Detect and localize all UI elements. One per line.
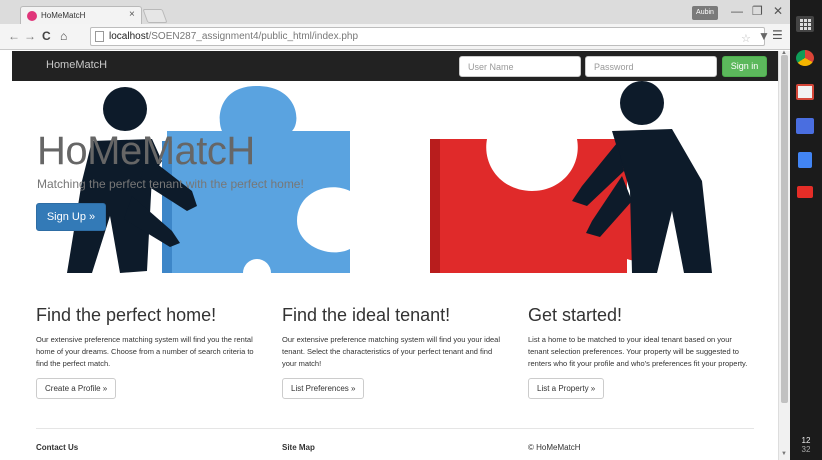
restore-icon[interactable]: ❐	[752, 4, 763, 18]
tab-strip: HoMeMatcH × Aubin — ❐ ✕	[0, 0, 790, 25]
clock-hour: 12	[801, 436, 811, 445]
google-plus-icon[interactable]	[796, 118, 814, 134]
scrollbar-thumb[interactable]	[781, 55, 788, 403]
tab-title: HoMeMatcH	[41, 11, 86, 20]
new-tab-button[interactable]	[142, 9, 168, 23]
list-preferences-button[interactable]: List Preferences »	[282, 378, 365, 399]
minimize-icon[interactable]: —	[731, 4, 743, 18]
browser-toolbar: ← → C ⌂ localhost/SOEN287_assignment4/pu…	[0, 24, 790, 50]
address-bar[interactable]: localhost/SOEN287_assignment4/public_htm…	[90, 27, 765, 46]
extension-icon[interactable]: ▼	[758, 29, 770, 43]
star-icon[interactable]: ☆	[741, 32, 751, 45]
clock-minute: 32	[801, 445, 811, 454]
home-icon[interactable]: ⌂	[60, 29, 67, 43]
column-body: Our extensive preference matching system…	[36, 335, 254, 368]
column-body: Our extensive preference matching system…	[282, 335, 501, 368]
footer-copyright: © HoMeMatcH	[528, 443, 581, 452]
page-icon	[95, 31, 104, 42]
column-heading: Find the ideal tenant!	[282, 305, 451, 325]
hero-banner: HoMeMatcH Matching the perfect tenant wi…	[12, 81, 778, 273]
signup-button[interactable]: Sign Up »	[36, 203, 106, 231]
menu-icon[interactable]: ☰	[772, 28, 783, 42]
gmail-icon[interactable]	[796, 84, 814, 100]
signin-button[interactable]: Sign in	[722, 56, 767, 77]
feature-column-tenant: Find the ideal tenant! Our extensive pre…	[282, 305, 507, 399]
navbar-brand[interactable]: HomeMatcH	[46, 59, 107, 71]
browser-tab[interactable]: HoMeMatcH ×	[20, 6, 142, 25]
close-icon[interactable]: ✕	[773, 4, 783, 18]
list-property-button[interactable]: List a Property »	[528, 378, 605, 399]
feature-column-start: Get started! List a home to be matched t…	[528, 305, 753, 399]
feature-column-home: Find the perfect home! Our extensive pre…	[36, 305, 261, 399]
os-taskbar: 12 32	[790, 0, 822, 460]
page-scrollbar[interactable]: ▲ ▼	[778, 50, 790, 460]
reload-icon[interactable]: C	[42, 29, 51, 43]
hero-title: HoMeMatcH	[37, 129, 255, 173]
forward-icon[interactable]: →	[24, 29, 36, 43]
chrome-icon[interactable]	[796, 50, 814, 66]
footer-sitemap-link[interactable]: Site Map	[282, 443, 315, 452]
tab-close-icon[interactable]: ×	[129, 9, 135, 20]
column-body: List a home to be matched to your ideal …	[528, 335, 748, 368]
password-input[interactable]	[585, 56, 717, 77]
column-heading: Get started!	[528, 305, 623, 325]
youtube-icon[interactable]	[797, 186, 813, 198]
url-text: localhost/SOEN287_assignment4/public_htm…	[109, 31, 359, 42]
site-navbar: HomeMatcH Sign in	[12, 51, 778, 81]
hero-subtitle: Matching the perfect tenant with the per…	[37, 177, 304, 191]
screen: HoMeMatcH × Aubin — ❐ ✕ ← → C ⌂ localhos…	[0, 0, 822, 460]
favicon-icon	[27, 11, 37, 21]
footer-contact-link[interactable]: Contact Us	[36, 443, 78, 452]
docs-icon[interactable]	[798, 152, 812, 168]
column-heading: Find the perfect home!	[36, 305, 217, 325]
scroll-up-icon[interactable]: ▲	[781, 50, 787, 56]
back-icon[interactable]: ←	[8, 29, 20, 43]
browser-chrome: HoMeMatcH × Aubin — ❐ ✕ ← → C ⌂ localhos…	[0, 0, 790, 50]
scroll-down-icon[interactable]: ▼	[781, 451, 787, 457]
profile-badge[interactable]: Aubin	[692, 6, 718, 20]
create-profile-button[interactable]: Create a Profile »	[36, 378, 117, 399]
system-clock[interactable]: 12 32	[790, 436, 822, 454]
footer-divider	[36, 428, 754, 429]
username-input[interactable]	[459, 56, 581, 77]
apps-grid-icon[interactable]	[796, 16, 814, 32]
